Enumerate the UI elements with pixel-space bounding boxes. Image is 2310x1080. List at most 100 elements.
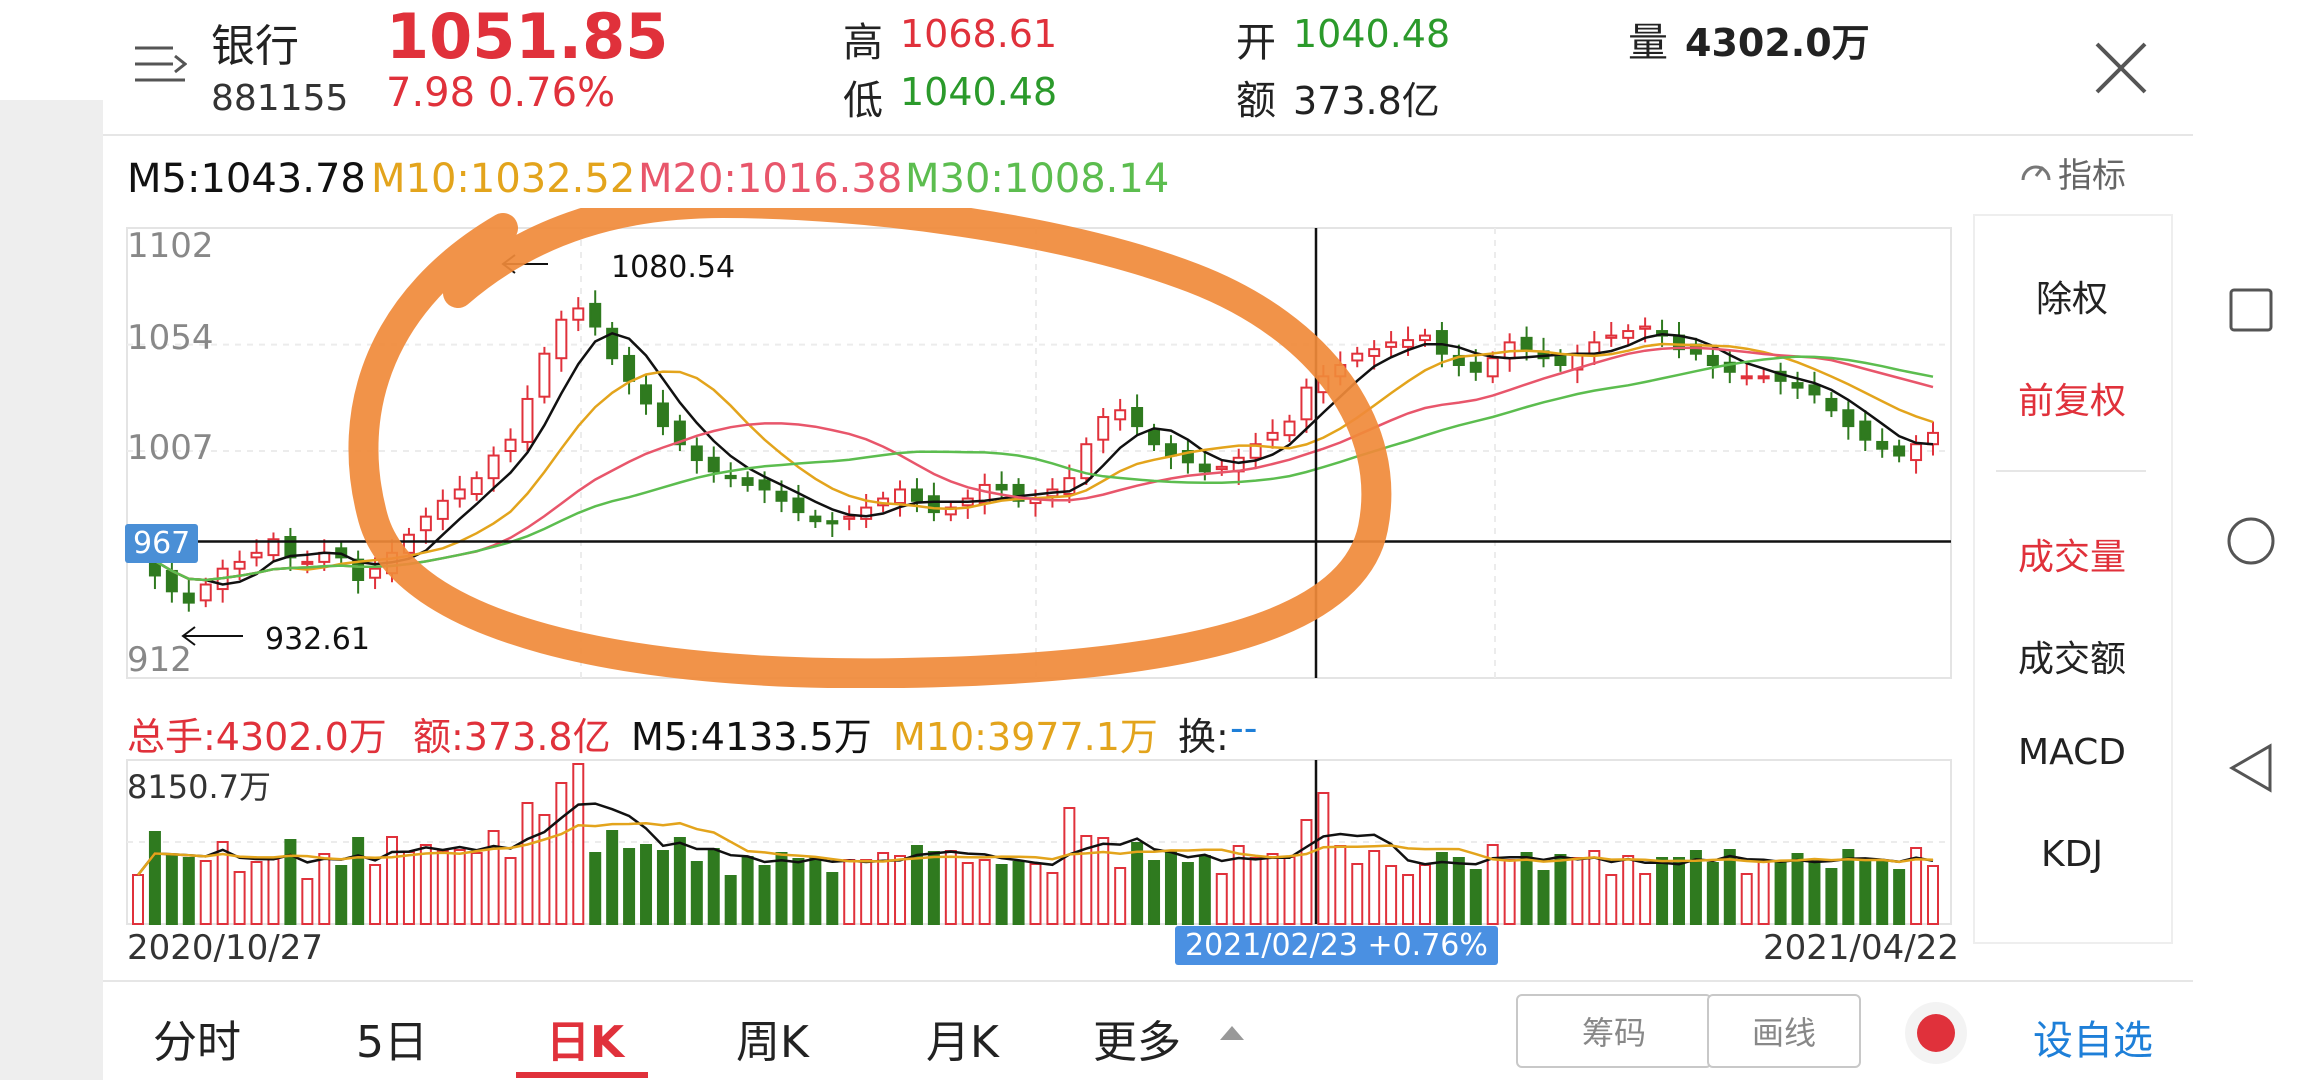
high-value: 1068.61 (900, 12, 1058, 56)
candle-body (640, 384, 653, 405)
volume-bar (792, 858, 805, 925)
volume-bar (826, 872, 839, 925)
volume-bar (1300, 819, 1313, 925)
volume-bar (1215, 873, 1228, 925)
volume-bar (1249, 857, 1262, 925)
header-divider (103, 134, 2193, 136)
volume-bar (1334, 845, 1347, 925)
volume-bar (1385, 865, 1398, 925)
volume-max-label: 8150.7万 (127, 768, 271, 806)
volume-bar (877, 852, 890, 925)
active-tab-underline (516, 1072, 648, 1078)
side-item-ex-rights[interactable]: 除权 (1973, 270, 2171, 322)
side-item-kdj[interactable]: KDJ (1973, 834, 2171, 875)
menu-icon[interactable] (133, 42, 188, 86)
volume-bar (1808, 859, 1821, 925)
volume-bar (1266, 853, 1279, 925)
side-item-macd[interactable]: MACD (1973, 732, 2171, 773)
volume-bar (436, 850, 449, 925)
crosshair-price-badge: 967 (125, 524, 199, 563)
candle-body (707, 456, 720, 473)
candle-body (1435, 330, 1448, 355)
ma5-label: M5:1043.78 (127, 156, 366, 202)
close-icon[interactable] (2093, 40, 2149, 96)
volume-bar (1368, 850, 1381, 925)
candle-body (555, 318, 568, 360)
volume-bar (470, 852, 483, 925)
volume-bar (1520, 852, 1533, 925)
candle-body (1198, 463, 1211, 473)
volume-bar (1893, 869, 1906, 925)
volume-bar (1859, 858, 1872, 925)
volume-bar (148, 831, 161, 925)
candle-body (1215, 465, 1228, 471)
volume-bar (1469, 869, 1482, 925)
min-price-annotation: 932.61 (265, 622, 370, 657)
volume-bar (758, 865, 771, 925)
side-item-forward-adjust[interactable]: 前复权 (1973, 372, 2171, 424)
current-price: 1051.85 (386, 0, 669, 73)
volume-bar (521, 802, 534, 925)
tab-daily-k[interactable]: 日K (546, 1006, 624, 1070)
volume-bar (1164, 850, 1177, 925)
home-icon[interactable] (2226, 516, 2276, 566)
volume-bar (1757, 860, 1770, 925)
volume-bar (555, 782, 568, 925)
volume-bar (894, 855, 907, 925)
volume-bar (504, 857, 517, 925)
volume-bar (724, 875, 737, 925)
candle-body (1859, 420, 1872, 441)
candle-body (521, 397, 534, 443)
candle-body (894, 488, 907, 505)
kline-chart[interactable] (103, 208, 1953, 688)
side-item-amount[interactable]: 成交额 (1973, 630, 2171, 682)
indicator-button[interactable]: 指标 (2018, 150, 2126, 196)
gauge-icon (2021, 165, 2051, 181)
turnover-value: -- (1230, 706, 1258, 750)
volume-bar (944, 850, 957, 925)
price-tick-top: 1102 (127, 226, 214, 266)
caret-up-icon[interactable] (1218, 1024, 1246, 1042)
tab-timeshare[interactable]: 分时 (153, 1006, 241, 1070)
tab-weekly-k[interactable]: 周K (736, 1006, 809, 1070)
candle-body (1520, 336, 1533, 351)
volume-bar (1554, 854, 1567, 925)
volume-bar (1063, 807, 1076, 925)
candle-body (1706, 354, 1719, 367)
recents-icon[interactable] (2228, 287, 2274, 333)
candle-body (1402, 339, 1415, 348)
volume-bar (1927, 865, 1939, 925)
volume-bar (386, 836, 399, 925)
chips-button[interactable]: 筹码 (1516, 994, 1712, 1068)
record-icon[interactable] (1903, 1000, 1969, 1066)
side-item-volume[interactable]: 成交量 (1973, 528, 2171, 580)
volume-bar (1605, 874, 1618, 925)
tab-5day[interactable]: 5日 (356, 1006, 428, 1070)
volume-bar (606, 830, 619, 925)
candle-body (419, 515, 432, 532)
volume-bar (419, 844, 432, 925)
ma20-label: M20:1016.38 (638, 156, 903, 202)
volume-label: 量 (1628, 20, 1668, 66)
volume-bar (1418, 864, 1431, 925)
draw-line-button[interactable]: 画线 (1707, 994, 1861, 1068)
volume-bar (1774, 860, 1787, 925)
candle-body (843, 515, 856, 520)
tab-more[interactable]: 更多 (1093, 1006, 1181, 1070)
add-watchlist-button[interactable]: 设自选 (2033, 1008, 2153, 1066)
volume-bar (1740, 873, 1753, 925)
volume-bar (132, 874, 144, 925)
volume-chart[interactable] (103, 756, 1953, 926)
volume-bar (1825, 868, 1838, 925)
volume-bar (369, 864, 382, 925)
stock-panel: 银行 881155 1051.85 7.98 0.76% 高 1068.61 低… (103, 0, 2193, 1080)
tab-monthly-k[interactable]: 月K (926, 1006, 999, 1070)
candle-body (284, 536, 297, 559)
back-icon[interactable] (2228, 743, 2274, 793)
amount-value: 373.8亿 (1293, 79, 1440, 123)
chart-frame (126, 227, 1952, 679)
end-date: 2021/04/22 (1763, 928, 1959, 968)
candle-body (1283, 420, 1296, 437)
volume-bar (284, 839, 297, 925)
candle-body (809, 515, 822, 523)
